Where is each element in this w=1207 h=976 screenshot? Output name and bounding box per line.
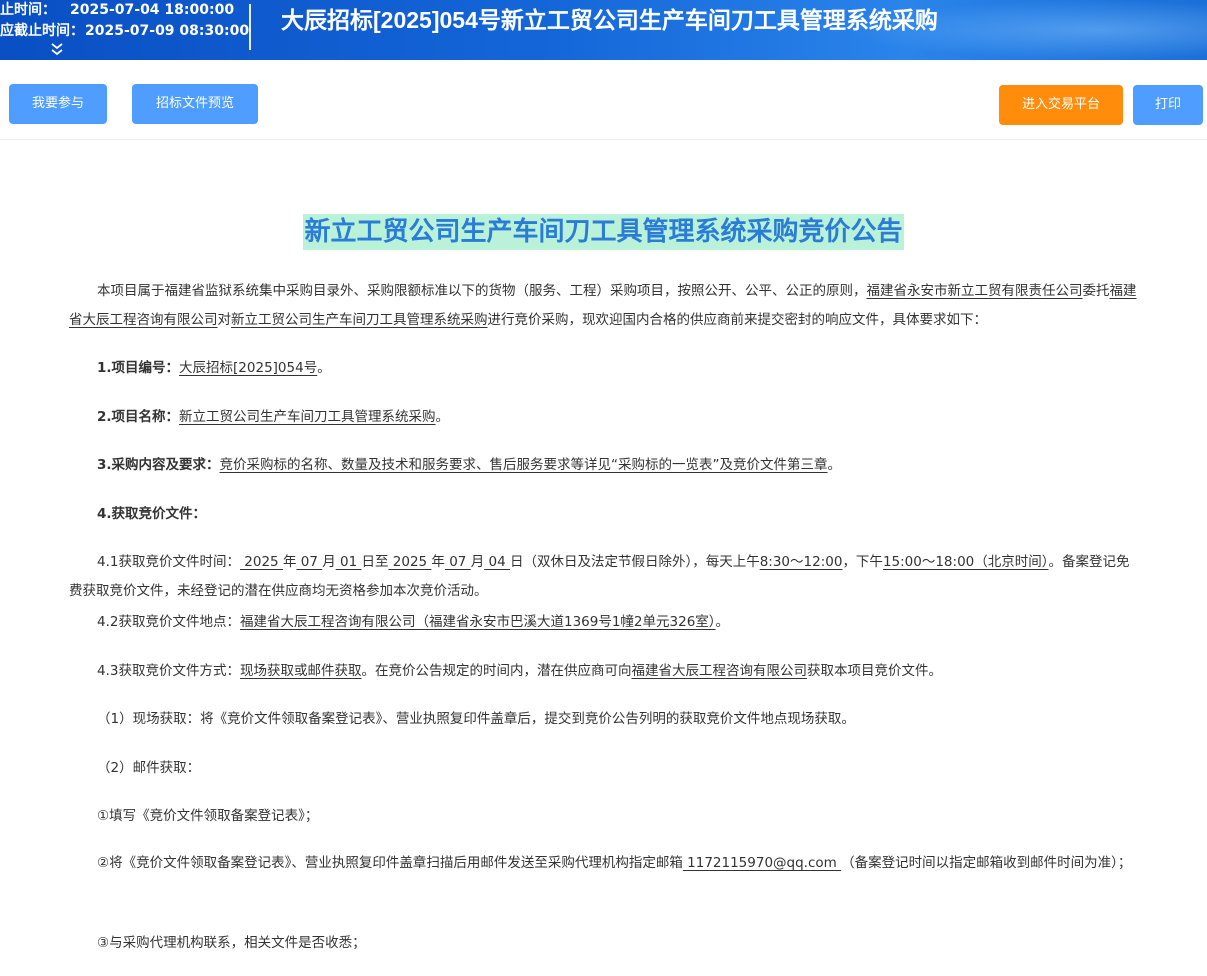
email-step-2-text: ②将《竞价文件领取备案登记表》、营业执照复印件盖章扫描后用邮件发送至采购代理机构… — [97, 855, 683, 871]
banner-title: 大辰招标[2025]054号新立工贸公司生产车间刀工具管理系统采购 — [281, 7, 938, 33]
s41-day-end: 04 — [484, 554, 510, 570]
project-name-inline: 新立工贸公司生产车间刀工具管理系统采购 — [231, 312, 488, 328]
response-deadline-value: 2025-07-09 08:30:00 — [85, 23, 250, 39]
s41-month-end: 07 — [444, 554, 471, 570]
item-procurement-content: 3.采购内容及要求：竞价采购标的名称、数量及技术和服务要求、售后服务要求等详见“… — [69, 451, 1141, 480]
doc-title: 新立工贸公司生产车间刀工具管理系统采购竞价公告 — [303, 214, 904, 250]
s42-end: 。 — [715, 614, 730, 630]
intro-paragraph: 本项目属于福建省监狱系统集中采购目录外、采购限额标准以下的货物（服务、工程）采购… — [69, 277, 1141, 335]
item-obtain-documents: 4.获取竞价文件： — [69, 500, 1141, 529]
s42-location: 福建省大辰工程咨询有限公司（福建省永安市巴溪大道1369号1幢2单元326室） — [239, 614, 716, 630]
intro-text-4: 进行竞价采购，现欢迎国内合格的供应商前来提交密封的响应文件，具体要求如下： — [487, 312, 988, 328]
email-step-2: ②将《竞价文件领取备案登记表》、营业执照复印件盖章扫描后用邮件发送至采购代理机构… — [69, 849, 1141, 878]
item3-label: 3.采购内容及要求： — [97, 457, 220, 473]
top-banner: 截止时间： 2025-07-04 18:00:00 响应截止时间： 2025-0… — [0, 0, 1207, 60]
section-4-3: 4.3获取竞价文件方式：现场获取或邮件获取。在竞价公告规定的时间内，潜在供应商可… — [69, 657, 1141, 686]
item3-end: 。 — [827, 457, 842, 473]
banner-divider — [249, 4, 251, 50]
double-chevron-down-icon[interactable] — [50, 41, 64, 57]
item-project-number: 1.项目编号：大辰招标[2025]054号。 — [69, 354, 1141, 383]
s41-text-month: 月 — [322, 554, 336, 570]
item2-label: 2.项目名称： — [97, 409, 180, 425]
email-step-3: ③与采购代理机构联系，相关文件是否收悉； — [69, 929, 1141, 958]
s41-label: 4.1获取竞价文件时间： — [97, 554, 240, 570]
onsite-acquisition: （1）现场获取：将《竞价文件领取备案登记表》、营业执照复印件盖章后，提交到竞价公… — [69, 705, 1141, 734]
s41-day-start: 01 — [335, 554, 362, 570]
email-acquisition-text: （2）邮件获取： — [97, 760, 201, 776]
time-info: 截止时间： 2025-07-04 18:00:00 响应截止时间： 2025-0… — [0, 0, 249, 60]
doc-title-wrap: 新立工贸公司生产车间刀工具管理系统采购竞价公告 — [0, 214, 1207, 250]
s43-agency: 福建省大辰工程咨询有限公司 — [631, 663, 807, 679]
item1-value: 大辰招标[2025]054号 — [179, 360, 318, 376]
s42-label: 4.2获取竞价文件地点： — [97, 614, 240, 630]
intro-text-2: 委托 — [1082, 283, 1110, 299]
join-button[interactable]: 我要参与 — [9, 84, 107, 124]
s43-text-3: 获取本项目竞价文件。 — [806, 663, 942, 679]
s41-text-month-2: 月 — [470, 554, 485, 570]
s43-label: 4.3获取竞价文件方式： — [97, 663, 240, 679]
print-button[interactable]: 打印 — [1133, 85, 1203, 125]
s43-text-2: 。在竞价公告规定的时间内，潜在供应商可向 — [361, 663, 632, 679]
item2-end: 。 — [435, 409, 450, 425]
item2-value: 新立工贸公司生产车间刀工具管理系统采购 — [179, 409, 436, 425]
deadline-value: 2025-07-04 18:00:00 — [70, 2, 235, 18]
announcement-content: 新立工贸公司生产车间刀工具管理系统采购竞价公告 本项目属于福建省监狱系统集中采购… — [0, 141, 1207, 976]
email-step-1: ①填写《竞价文件领取备案登记表》； — [69, 802, 1141, 831]
s41-text-year-2: 年 — [431, 554, 445, 570]
email-step-1-text: ①填写《竞价文件领取备案登记表》； — [97, 808, 319, 824]
response-deadline-row: 响应截止时间： 2025-07-09 08:30:00 — [0, 22, 249, 40]
enter-trading-platform-button[interactable]: 进入交易平台 — [999, 85, 1123, 125]
s41-text-daily: 日（双休日及法定节假日除外），每天上午 — [509, 554, 760, 570]
s41-year-end: 2025 — [388, 554, 432, 570]
s41-month-start: 07 — [296, 554, 323, 570]
onsite-acquisition-text: （1）现场获取：将《竞价文件领取备案登记表》、营业执照复印件盖章后，提交到竞价公… — [97, 711, 855, 727]
response-deadline-label: 响应截止时间： — [0, 23, 84, 39]
email-acquisition: （2）邮件获取： — [69, 754, 1141, 783]
section-4-1: 4.1获取竞价文件时间： 2025 年 07 月 01 日至 2025 年 07… — [69, 548, 1141, 606]
item1-end: 。 — [317, 360, 331, 376]
section-4-2: 4.2获取竞价文件地点：福建省大辰工程咨询有限公司（福建省永安市巴溪大道1369… — [69, 608, 1141, 637]
item-project-name: 2.项目名称：新立工贸公司生产车间刀工具管理系统采购。 — [69, 403, 1141, 432]
intro-text-1: 本项目属于福建省监狱系统集中采购目录外、采购限额标准以下的货物（服务、工程）采购… — [97, 283, 867, 299]
toolbar: 我要参与 招标文件预览 进入交易平台 打印 — [0, 60, 1207, 140]
deadline-row: 截止时间： 2025-07-04 18:00:00 — [0, 1, 234, 19]
s43-method: 现场获取或邮件获取 — [239, 663, 362, 679]
purchaser-name: 福建省永安市新立工贸有限责任公司 — [866, 283, 1083, 299]
preview-document-button[interactable]: 招标文件预览 — [132, 84, 258, 124]
email-step-2-end: （备案登记时间以指定邮箱收到邮件时间为准）； — [841, 855, 1132, 871]
item4-label: 4.获取竞价文件： — [97, 506, 207, 522]
designated-email[interactable]: 1172115970@qq.com — [683, 855, 841, 871]
s41-morning-hours: 8:30～12:00 — [759, 554, 843, 570]
s41-afternoon-hours: 15:00～18:00（北京时间） — [882, 554, 1049, 570]
deadline-label: 截止时间： — [0, 2, 56, 18]
s41-year-start: 2025 — [239, 554, 283, 570]
intro-text-3: 对 — [217, 312, 232, 328]
item1-label: 1.项目编号： — [97, 360, 180, 376]
email-step-3-text: ③与采购代理机构联系，相关文件是否收悉； — [97, 935, 366, 951]
s41-text-afternoon: ，下午 — [842, 554, 883, 570]
s41-text-year: 年 — [282, 554, 297, 570]
s41-text-to: 日至 — [361, 554, 389, 570]
item3-value: 竞价采购标的名称、数量及技术和服务要求、售后服务要求等详见“采购标的一览表”及竞… — [219, 457, 828, 473]
